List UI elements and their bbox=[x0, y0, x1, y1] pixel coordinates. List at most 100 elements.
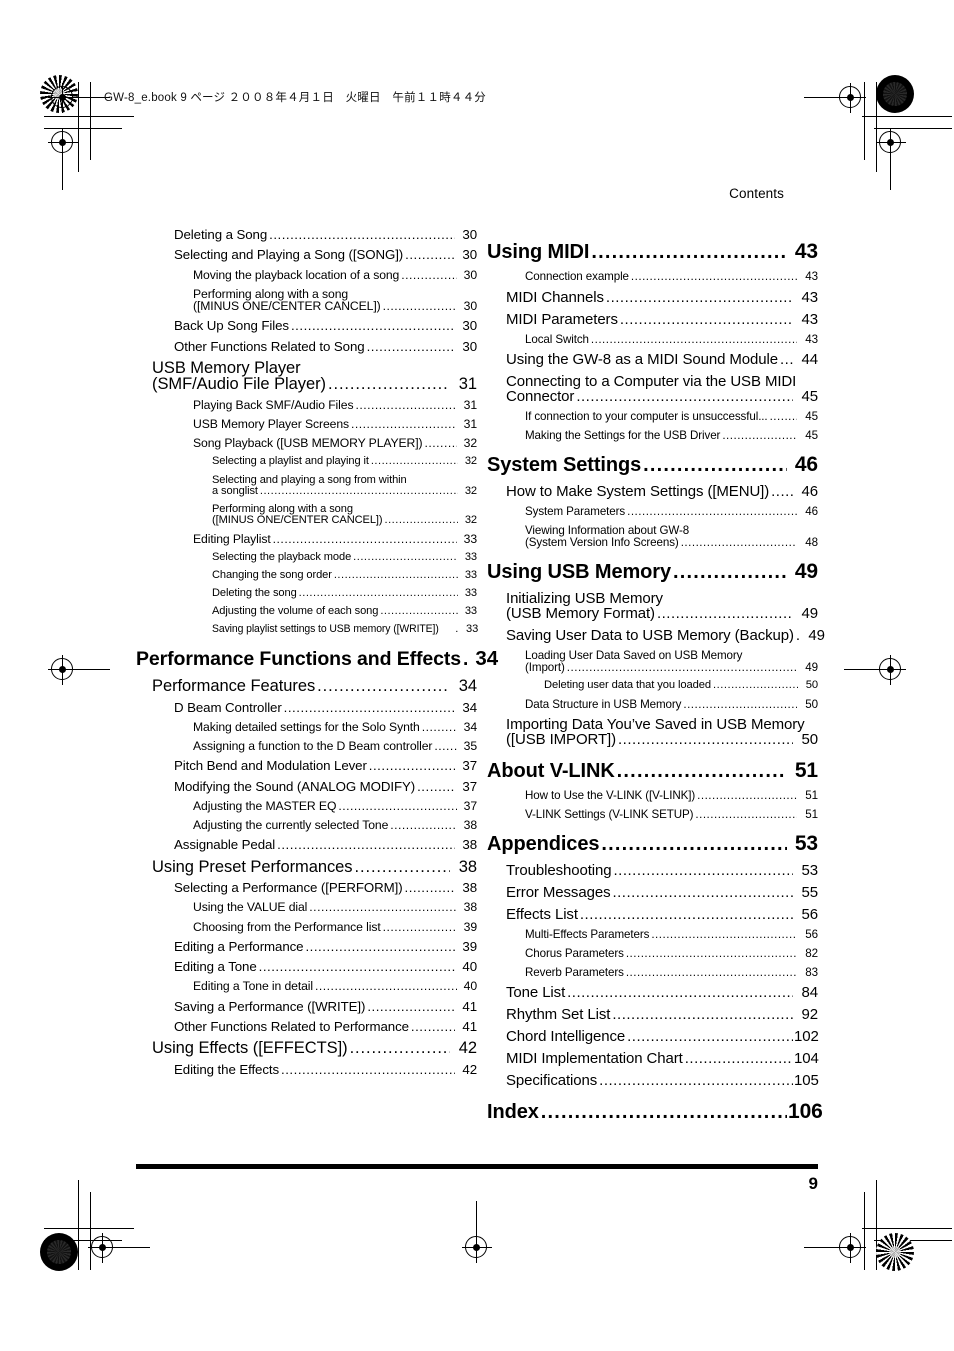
toc-entry[interactable]: Deleting the song 33 bbox=[212, 588, 477, 599]
toc-entry[interactable]: Other Functions Related to Performance 41 bbox=[174, 1020, 477, 1034]
toc-entry[interactable]: Selecting and Playing a Song ([SONG]) 30 bbox=[174, 248, 477, 262]
toc-entry[interactable]: Song Playback ([USB MEMORY PLAYER]) 32 bbox=[193, 437, 477, 449]
dot-leader bbox=[796, 628, 800, 643]
toc-entry[interactable]: Assigning a function to the D Beam contr… bbox=[193, 740, 477, 752]
toc-entry[interactable]: Troubleshooting 53 bbox=[506, 863, 818, 878]
toc-entry[interactable]: MIDI Implementation Chart 104 bbox=[506, 1050, 819, 1068]
toc-entry[interactable]: Selecting a playlist and playing it 32 bbox=[212, 456, 477, 467]
toc-entry[interactable]: Editing the Effects 42 bbox=[174, 1062, 477, 1076]
toc-entry[interactable]: Selecting and playing a song from within… bbox=[212, 474, 477, 497]
toc-entry[interactable]: V-LINK Settings (V-LINK SETUP) 51 bbox=[525, 809, 818, 821]
toc-entry[interactable]: Connecting to a Computer via the USB MID… bbox=[506, 374, 818, 404]
toc-entry[interactable]: Adjusting the MASTER EQ 37 bbox=[193, 800, 477, 812]
dot-leader bbox=[455, 624, 459, 635]
toc-entry-row: Deleting a Song 30 bbox=[174, 228, 477, 242]
toc-entry[interactable]: USB Memory Player Screens 31 bbox=[193, 418, 477, 430]
toc-entry[interactable]: Local Switch 43 bbox=[525, 333, 818, 346]
toc-entry[interactable]: Data Structure in USB Memory 50 bbox=[525, 698, 818, 711]
toc-entry[interactable]: Performing along with a song ([MINUS ONE/… bbox=[212, 503, 477, 526]
toc-entry[interactable]: Using the GW-8 as a MIDI Sound Module 44 bbox=[506, 352, 818, 367]
toc-entry-title: Index bbox=[487, 1101, 539, 1124]
toc-entry[interactable]: Chorus Parameters 82 bbox=[525, 948, 818, 960]
toc-entry[interactable]: Using Preset Performances 38 bbox=[152, 859, 477, 876]
toc-entry-page-number: 39 bbox=[463, 919, 477, 934]
toc-entry[interactable]: Selecting a Performance ([PERFORM]) 38 bbox=[174, 881, 477, 895]
toc-entry[interactable]: Moving the playback location of a song 30 bbox=[193, 268, 477, 280]
toc-entry[interactable]: Using Effects ([EFFECTS]) 42 bbox=[152, 1040, 477, 1057]
toc-entry[interactable]: About V-LINK 51 bbox=[487, 760, 818, 781]
toc-entry[interactable]: USB Memory Player (SMF/Audio File Player)… bbox=[152, 360, 477, 393]
toc-entry-row: Assignable Pedal 38 bbox=[174, 838, 477, 852]
toc-entry[interactable]: Appendices 53 bbox=[487, 833, 818, 854]
toc-entry[interactable]: Deleting a Song 30 bbox=[174, 228, 477, 242]
toc-entry[interactable]: Loading User Data Saved on USB Memory (Im… bbox=[525, 650, 818, 673]
toc-entry[interactable]: Specifications 105 bbox=[506, 1073, 819, 1088]
toc-entry[interactable]: Making detailed settings for the Solo Sy… bbox=[193, 721, 477, 733]
toc-entry[interactable]: Chord Intelligence 102 bbox=[506, 1029, 819, 1044]
toc-entry[interactable]: Viewing Information about GW-8 (System Ve… bbox=[525, 525, 818, 548]
toc-entry[interactable]: D Beam Controller 34 bbox=[174, 700, 477, 714]
toc-entry-title: Using Preset Performances bbox=[152, 857, 353, 876]
toc-entry[interactable]: Importing Data You’ve Saved in USB Memor… bbox=[506, 717, 818, 747]
toc-entry[interactable]: Adjusting the currently selected Tone 38 bbox=[193, 819, 477, 831]
toc-entry[interactable]: Making the Settings for the USB Driver 45 bbox=[525, 430, 818, 442]
toc-entry[interactable]: System Parameters 46 bbox=[525, 506, 818, 518]
toc-entry[interactable]: Tone List 84 bbox=[506, 985, 818, 1000]
toc-entry[interactable]: Using MIDI 43 bbox=[487, 241, 818, 262]
toc-entry[interactable]: System Settings 46 bbox=[487, 454, 818, 475]
toc-entry[interactable]: Modifying the Sound (ANALOG MODIFY) 37 bbox=[174, 779, 477, 793]
toc-entry[interactable]: Effects List 56 bbox=[506, 907, 818, 922]
dot-leader bbox=[434, 740, 457, 752]
toc-entry[interactable]: Assignable Pedal 38 bbox=[174, 838, 477, 852]
toc-entry-row: (USB Memory Format) 49 bbox=[506, 606, 818, 621]
toc-entry[interactable]: Back Up Song Files 30 bbox=[174, 319, 477, 333]
dot-leader bbox=[390, 819, 457, 831]
toc-entry[interactable]: MIDI Parameters 43 bbox=[506, 312, 818, 327]
dot-leader bbox=[355, 859, 451, 876]
toc-entry-page-number: 92 bbox=[801, 1006, 819, 1024]
toc-entry[interactable]: Deleting user data that you loaded 50 bbox=[544, 680, 818, 691]
toc-entry[interactable]: MIDI Channels 43 bbox=[506, 290, 818, 305]
toc-entry[interactable]: How to Make System Settings ([MENU]) 46 bbox=[506, 484, 818, 499]
toc-entry[interactable]: If connection to your computer is unsucc… bbox=[525, 411, 818, 423]
toc-entry[interactable]: Other Functions Related to Song 30 bbox=[174, 339, 477, 353]
toc-entry[interactable]: Editing a Tone in detail 40 bbox=[193, 980, 477, 992]
toc-entry[interactable]: Selecting the playback mode 33 bbox=[212, 551, 477, 564]
toc-entry[interactable]: Multi-Effects Parameters 56 bbox=[525, 929, 818, 941]
toc-entry[interactable]: Changing the song order 33 bbox=[212, 570, 477, 581]
toc-entry[interactable]: Saving User Data to USB Memory (Backup) 4… bbox=[506, 628, 825, 643]
toc-entry[interactable]: Error Messages 55 bbox=[506, 885, 818, 900]
toc-entry-title: Choosing from the Performance list bbox=[193, 919, 381, 934]
toc-entry[interactable]: Saving playlist settings to USB memory (… bbox=[212, 624, 478, 635]
dot-leader bbox=[284, 701, 455, 714]
toc-entry[interactable]: Editing Playlist 33 bbox=[193, 533, 477, 545]
toc-entry-page-number: 50 bbox=[801, 731, 819, 749]
toc-entry[interactable]: Reverb Parameters 83 bbox=[525, 965, 818, 979]
toc-entry[interactable]: Editing a Performance 39 bbox=[174, 938, 477, 954]
toc-entry[interactable]: Saving a Performance ([WRITE]) 41 bbox=[174, 999, 477, 1013]
toc-entry[interactable]: Adjusting the volume of each song 33 bbox=[212, 606, 477, 617]
toc-entry-row: D Beam Controller 34 bbox=[174, 700, 477, 714]
toc-entry-title: Editing a Performance bbox=[174, 938, 304, 954]
toc-entry[interactable]: Using the VALUE dial 38 bbox=[193, 901, 477, 913]
toc-entry-title: Selecting the playback mode bbox=[212, 551, 352, 564]
toc-entry[interactable]: Performance Features 34 bbox=[152, 678, 477, 695]
toc-entry-row: Making the Settings for the USB Driver 45 bbox=[525, 430, 818, 442]
toc-entry[interactable]: Performance Functions and Effects34 bbox=[136, 648, 498, 670]
toc-entry[interactable]: Performing along with a song ([MINUS ONE/… bbox=[193, 288, 477, 313]
dot-leader bbox=[643, 455, 787, 475]
toc-entry[interactable]: Editing a Tone 40 bbox=[174, 960, 477, 974]
toc-entry[interactable]: Connection example 43 bbox=[525, 271, 818, 283]
toc-entry-title: MIDI Implementation Chart bbox=[506, 1050, 683, 1068]
toc-entry[interactable]: Choosing from the Performance list 39 bbox=[193, 919, 477, 934]
toc-entry[interactable]: Initializing USB Memory (USB Memory Forma… bbox=[506, 591, 818, 621]
toc-entry[interactable]: How to Use the V-LINK ([V-LINK]) 51 bbox=[525, 790, 818, 802]
toc-entry-page-number: 43 bbox=[801, 310, 819, 328]
toc-entry[interactable]: Pitch Bend and Modulation Lever 37 bbox=[174, 759, 477, 773]
toc-entry[interactable]: Using USB Memory 49 bbox=[487, 561, 818, 582]
toc-entry[interactable]: Index 106 bbox=[487, 1101, 823, 1124]
toc-entry[interactable]: Playing Back SMF/Audio Files 31 bbox=[193, 399, 477, 411]
toc-entry-row: Using the GW-8 as a MIDI Sound Module 44 bbox=[506, 352, 818, 367]
toc-entry-title: Reverb Parameters bbox=[525, 965, 624, 979]
toc-entry[interactable]: Rhythm Set List 92 bbox=[506, 1007, 818, 1022]
